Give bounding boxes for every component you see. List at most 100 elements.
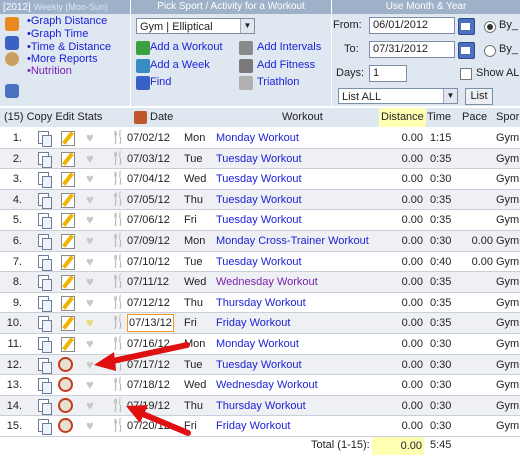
copy-icon[interactable] xyxy=(38,275,52,292)
radio-by-1[interactable] xyxy=(484,21,496,33)
copy-icon[interactable] xyxy=(38,234,52,250)
to-calendar-icon[interactable] xyxy=(458,42,475,59)
calendar-icon[interactable] xyxy=(5,84,19,98)
copy-icon[interactable] xyxy=(38,254,52,271)
row-date[interactable]: 07/13/12 xyxy=(127,314,174,333)
chevron-down-icon[interactable]: ▼ xyxy=(443,89,457,103)
add-week-icon[interactable] xyxy=(136,59,150,73)
nutrition-link[interactable]: •Nutrition xyxy=(27,65,72,77)
col-workout[interactable]: Workout xyxy=(282,111,323,123)
col-distance[interactable]: Distance xyxy=(379,108,426,127)
edit-icon[interactable] xyxy=(61,275,75,291)
more-reports-link[interactable]: •More Reports xyxy=(27,53,98,65)
row-date[interactable]: 07/20/12 xyxy=(127,420,170,432)
heart-icon[interactable]: ♥ xyxy=(86,234,94,247)
row-workout-link[interactable]: Wednesday Workout xyxy=(216,276,318,288)
col-date[interactable]: Date xyxy=(150,111,173,123)
heart-icon[interactable]: ♥ xyxy=(86,275,94,288)
row-workout-link[interactable]: Tuesday Workout xyxy=(216,256,302,268)
row-date[interactable]: 07/06/12 xyxy=(127,214,170,226)
edit-icon[interactable] xyxy=(61,172,75,188)
edit-icon[interactable] xyxy=(61,213,75,229)
alarm-clock-icon[interactable] xyxy=(58,397,73,413)
fork-knife-icon[interactable]: 🍴 xyxy=(110,418,126,431)
copy-icon[interactable] xyxy=(38,378,52,395)
from-calendar-icon[interactable] xyxy=(458,18,475,35)
fork-knife-icon[interactable]: 🍴 xyxy=(110,130,126,143)
alarm-clock-icon[interactable] xyxy=(58,356,73,372)
fork-knife-icon[interactable]: 🍴 xyxy=(110,315,126,328)
row-date[interactable]: 07/10/12 xyxy=(127,256,170,268)
col-sport[interactable]: Spor xyxy=(496,111,519,123)
alarm-clock-icon[interactable] xyxy=(58,377,73,393)
add-workout-link[interactable]: Add a Workout xyxy=(150,41,223,53)
copy-icon[interactable] xyxy=(38,151,52,168)
heart-icon[interactable]: ♥ xyxy=(86,152,94,165)
heart-icon[interactable]: ♥ xyxy=(86,172,94,185)
row-date[interactable]: 07/18/12 xyxy=(127,379,170,391)
row-workout-link[interactable]: Monday Workout xyxy=(216,132,299,144)
copy-icon[interactable] xyxy=(38,398,52,415)
chevron-down-icon[interactable]: ▼ xyxy=(240,19,254,33)
row-date[interactable]: 07/04/12 xyxy=(127,173,170,185)
heart-icon[interactable]: ♥ xyxy=(86,296,94,309)
fork-knife-icon[interactable]: 🍴 xyxy=(110,398,126,411)
add-intervals-link[interactable]: Add Intervals xyxy=(257,41,321,53)
people-icon[interactable] xyxy=(5,52,19,66)
chart-icon[interactable] xyxy=(5,17,19,31)
help-icon[interactable] xyxy=(5,36,19,50)
fork-knife-icon[interactable]: 🍴 xyxy=(110,212,126,225)
row-date[interactable]: 07/03/12 xyxy=(127,153,170,165)
copy-icon[interactable] xyxy=(38,337,52,353)
radio-by-2[interactable] xyxy=(484,45,496,57)
heart-icon[interactable]: ♥ xyxy=(86,255,94,268)
fork-knife-icon[interactable]: 🍴 xyxy=(110,233,126,246)
fork-knife-icon[interactable]: 🍴 xyxy=(110,171,126,184)
intervals-icon[interactable] xyxy=(239,41,253,55)
row-date[interactable]: 07/12/12 xyxy=(127,297,170,309)
row-date[interactable]: 07/09/12 xyxy=(127,235,170,247)
alarm-clock-icon[interactable] xyxy=(58,418,73,434)
copy-icon[interactable] xyxy=(38,295,52,312)
row-date[interactable]: 07/19/12 xyxy=(127,400,170,412)
edit-icon[interactable] xyxy=(61,316,75,332)
fork-knife-icon[interactable]: 🍴 xyxy=(110,192,126,205)
col-pace[interactable]: Pace xyxy=(462,111,487,123)
row-workout-link[interactable]: Friday Workout xyxy=(216,317,290,329)
row-workout-link[interactable]: Friday Workout xyxy=(216,420,290,432)
fork-knife-icon[interactable]: 🍴 xyxy=(110,295,126,308)
row-date[interactable]: 07/17/12 xyxy=(127,359,170,371)
edit-icon[interactable] xyxy=(61,131,75,146)
heart-icon[interactable]: ♥ xyxy=(86,419,94,432)
heart-icon[interactable]: ♥ xyxy=(86,213,94,226)
row-date[interactable]: 07/11/12 xyxy=(127,276,169,288)
days-field[interactable]: 1 xyxy=(369,65,407,82)
copy-icon[interactable] xyxy=(38,419,52,436)
row-workout-link[interactable]: Tuesday Workout xyxy=(216,153,302,165)
heart-icon[interactable]: ♥ xyxy=(86,337,94,350)
copy-icon[interactable] xyxy=(38,172,52,189)
to-date-field[interactable]: 07/31/2012 xyxy=(369,41,455,58)
find-link[interactable]: Find xyxy=(150,76,171,88)
row-date[interactable]: 07/05/12 xyxy=(127,194,170,206)
fork-knife-icon[interactable]: 🍴 xyxy=(110,274,126,287)
fork-knife-icon[interactable]: 🍴 xyxy=(110,357,126,370)
time-distance-link[interactable]: •Time & Distance xyxy=(27,41,111,53)
row-workout-link[interactable]: Thursday Workout xyxy=(216,400,306,412)
col-time[interactable]: Time xyxy=(427,111,451,123)
row-workout-link[interactable]: Monday Cross-Trainer Workout xyxy=(216,235,369,247)
sport-select[interactable]: Gym | Elliptical ▼ xyxy=(136,18,255,34)
heart-icon[interactable]: ♥ xyxy=(86,358,94,371)
graph-distance-link[interactable]: •Graph Distance xyxy=(27,15,107,27)
calendar-sort-icon[interactable] xyxy=(134,111,147,124)
copy-icon[interactable] xyxy=(38,316,52,333)
copy-icon[interactable] xyxy=(38,192,52,209)
fitness-icon[interactable] xyxy=(239,59,253,73)
from-date-field[interactable]: 06/01/2012 xyxy=(369,17,455,34)
fork-knife-icon[interactable]: 🍴 xyxy=(110,377,126,390)
heart-icon[interactable]: ♥ xyxy=(86,193,94,206)
show-all-checkbox[interactable] xyxy=(460,68,472,80)
graph-time-link[interactable]: •Graph Time xyxy=(27,28,88,40)
row-workout-link[interactable]: Wednesday Workout xyxy=(216,379,318,391)
triathlon-link[interactable]: Triathlon xyxy=(257,76,299,88)
